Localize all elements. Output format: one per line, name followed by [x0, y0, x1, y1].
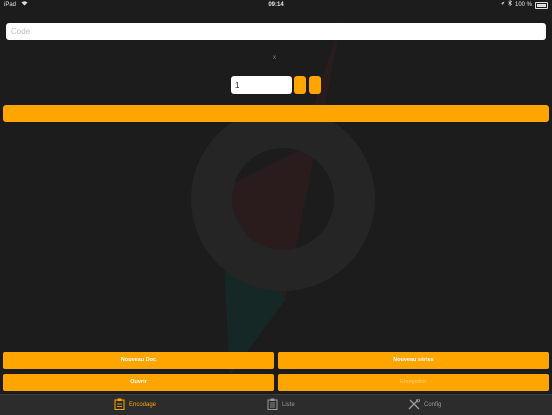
tools-icon — [408, 398, 420, 412]
quantity-input[interactable] — [231, 76, 292, 94]
save-button[interactable]: Enregistrer — [278, 374, 549, 391]
tab-config-label: Config — [424, 402, 442, 408]
tab-encodage[interactable]: Encodage — [114, 395, 156, 415]
open-button[interactable]: Ouvrir — [3, 374, 274, 391]
tab-encodage-label: Encodage — [129, 402, 157, 408]
quantity-increment-button[interactable] — [309, 76, 321, 94]
tab-bar: Encodage Liste Config — [0, 394, 552, 415]
quantity-decrement-button[interactable] — [294, 76, 306, 94]
tab-config[interactable]: Config — [408, 395, 441, 415]
add-button[interactable] — [3, 105, 549, 122]
tab-liste[interactable]: Liste — [267, 395, 295, 415]
new-series-button[interactable]: Nouveau séries — [278, 352, 549, 369]
list-icon — [267, 398, 278, 412]
code-input[interactable] — [6, 23, 546, 40]
new-doc-button[interactable]: Nouveau Doc — [3, 352, 274, 369]
tab-liste-label: Liste — [282, 402, 295, 408]
small-mark: x — [273, 55, 276, 61]
clipboard-icon — [114, 398, 125, 412]
